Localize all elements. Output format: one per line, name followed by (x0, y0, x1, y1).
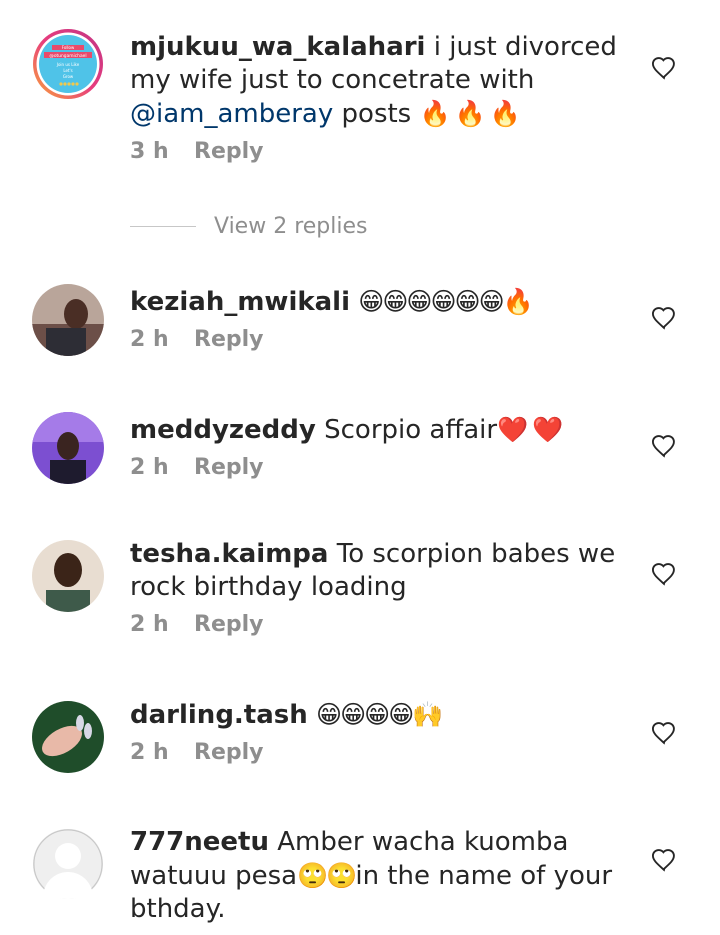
default-avatar-icon (33, 829, 103, 899)
avatar[interactable] (32, 701, 104, 773)
heart-outline-icon (651, 435, 675, 458)
grin-emoji: 😁😁😁😁😁😁🔥 (358, 287, 533, 316)
like-button[interactable] (650, 560, 678, 588)
reply-button[interactable]: Reply (194, 740, 264, 765)
view-replies-button[interactable]: View 2 replies (130, 210, 367, 242)
avatar[interactable] (32, 828, 104, 900)
avatar[interactable]: Follow @otungamichael Join us Like Let's… (32, 28, 104, 100)
timestamp: 2 h (130, 327, 169, 352)
svg-text:Follow: Follow (62, 45, 75, 50)
comment-text: meddyzeddy Scorpio affair❤️ ❤️ (130, 415, 563, 445)
heart-outline-icon (651, 722, 675, 745)
like-button[interactable] (650, 304, 678, 332)
comment-meta: 2 h Reply (130, 740, 630, 765)
profile-photo-icon (32, 284, 104, 356)
reply-button[interactable]: Reply (194, 139, 264, 164)
username[interactable]: mjukuu_wa_kalahari (130, 32, 425, 62)
heart-outline-icon (651, 563, 675, 586)
username[interactable]: tesha.kaimpa (130, 539, 328, 569)
comment-text: mjukuu_wa_kalahari i just divorced my wi… (130, 32, 617, 129)
svg-text:Grow: Grow (63, 74, 74, 79)
comment-text: darling.tash 😁😁😁😁🙌 (130, 698, 630, 732)
svg-text:Join us Like: Join us Like (56, 62, 80, 67)
like-button[interactable] (650, 719, 678, 747)
comment-meta: 2 h Reply (130, 455, 630, 480)
svg-text:@otungamichael: @otungamichael (49, 53, 86, 59)
heart-outline-icon (651, 57, 675, 80)
comment-meta: 2 h Reply (130, 612, 630, 637)
like-button[interactable] (650, 432, 678, 460)
comment-text: keziah_mwikali 😁😁😁😁😁😁🔥 (130, 285, 630, 319)
mention-link[interactable]: @iam_amberay (130, 99, 333, 129)
fire-emoji: 🔥 🔥 🔥 (419, 99, 521, 128)
reply-button[interactable]: Reply (194, 612, 264, 637)
avatar[interactable] (32, 540, 104, 612)
comment-text: tesha.kaimpa To scorpion babes we rock b… (130, 539, 616, 602)
heart-outline-icon (651, 307, 675, 330)
timestamp: 2 h (130, 612, 169, 637)
reply-button[interactable]: Reply (194, 327, 264, 352)
avatar[interactable] (32, 284, 104, 356)
heart-outline-icon (651, 849, 675, 872)
avatar[interactable] (32, 412, 104, 484)
profile-photo-icon (32, 540, 104, 612)
divider-line (130, 225, 196, 227)
timestamp: 3 h (130, 139, 169, 164)
eye-roll-emoji: 🙄🙄 (297, 861, 357, 890)
username[interactable]: darling.tash (130, 700, 308, 730)
grin-emoji: 😁😁😁😁🙌 (316, 700, 443, 729)
profile-photo-icon (32, 412, 104, 484)
avatar-ring-icon: Follow @otungamichael Join us Like Let's… (33, 29, 103, 99)
like-button[interactable] (650, 54, 678, 82)
comment-meta: 2 h Reply (130, 327, 630, 352)
username[interactable]: meddyzeddy (130, 415, 316, 445)
svg-text:Let's: Let's (63, 68, 72, 73)
timestamp: 2 h (130, 740, 169, 765)
username[interactable]: keziah_mwikali (130, 287, 350, 317)
view-replies-label: View 2 replies (214, 213, 368, 239)
profile-photo-icon (32, 701, 104, 773)
username[interactable]: 777neetu (130, 827, 269, 857)
like-button[interactable] (650, 846, 678, 874)
timestamp: 2 h (130, 455, 169, 480)
heart-emoji: ❤️ ❤️ (497, 415, 563, 444)
reply-button[interactable]: Reply (194, 455, 264, 480)
comment-text: 777neetu Amber wacha kuomba watuuu pesa🙄… (130, 827, 613, 924)
comment-meta: 3 h Reply (130, 139, 630, 164)
